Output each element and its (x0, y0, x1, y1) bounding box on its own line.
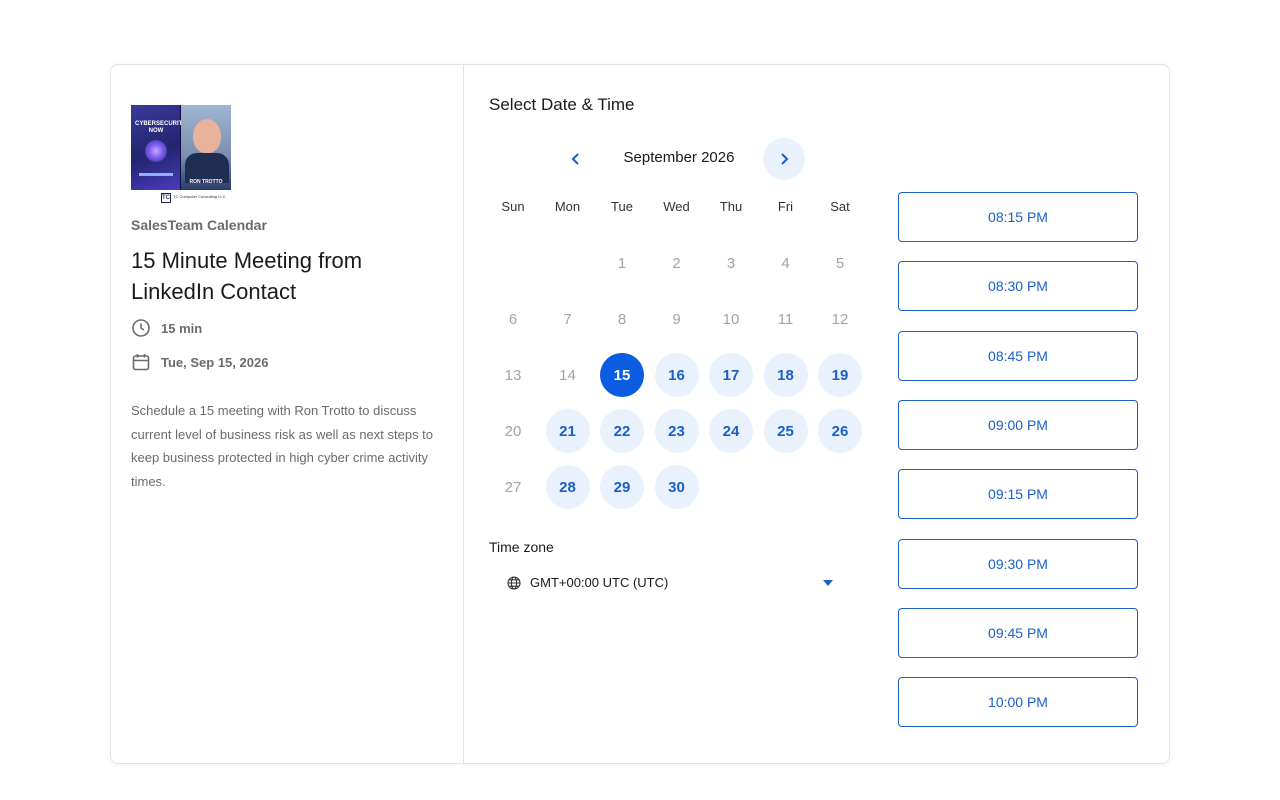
globe-icon (507, 576, 521, 590)
organizer-name: SalesTeam Calendar (131, 217, 267, 233)
calendar-day[interactable]: 30 (654, 465, 699, 509)
calendar-day: 14 (559, 366, 576, 384)
weekday-header: Sat (830, 199, 850, 214)
time-slot-button[interactable]: 09:45 PM (898, 607, 1138, 658)
time-slot-button[interactable]: 10:00 PM (898, 677, 1138, 728)
calendar-day: 11 (777, 310, 794, 328)
photo-face (193, 119, 221, 153)
weekday-header: Sun (501, 199, 525, 214)
next-month-button[interactable] (763, 138, 805, 180)
logo-person-name: RON TROTTO (189, 179, 223, 185)
calendar-day: 6 (508, 310, 518, 328)
chevron-right-icon (781, 153, 789, 165)
calendar-day[interactable]: 17 (709, 353, 753, 397)
calendar-day[interactable]: 24 (709, 409, 753, 453)
event-title: 15 Minute Meeting from LinkedIn Contact (131, 248, 363, 304)
picker-heading: Select Date & Time (489, 95, 635, 114)
date-text: Tue, Sep 15, 2026 (161, 354, 269, 370)
weekday-header: Mon (554, 199, 581, 214)
calendar-day: 10 (722, 310, 740, 328)
weekday-header: Tue (611, 199, 633, 214)
calendar-day[interactable]: 23 (654, 409, 699, 453)
calendar-day: 7 (563, 310, 572, 328)
calendar-day[interactable]: 21 (545, 409, 590, 453)
calendar-day[interactable]: 18 (763, 353, 808, 397)
calendar-day[interactable]: 16 (654, 353, 699, 397)
calendar-day[interactable]: 29 (600, 465, 644, 509)
time-slot-button[interactable]: 09:00 PM (898, 399, 1138, 450)
event-details-panel: CYBERSECURITY NOW RON TROTTO TC TC Compu… (111, 65, 464, 763)
timezone-value: GMT+00:00 UTC (UTC) (530, 575, 669, 590)
time-slot-button[interactable]: 09:30 PM (898, 538, 1138, 589)
organizer-photo: RON TROTTO (181, 105, 231, 190)
calendar-day[interactable]: 19 (818, 353, 862, 397)
calendar-day: 4 (781, 254, 790, 272)
clock-icon (132, 319, 150, 337)
logo-company: TC TC Computer Consulting LLC (161, 191, 231, 205)
book-cover-image: CYBERSECURITY NOW (131, 105, 187, 190)
calendar-day: 8 (617, 310, 627, 328)
calendar-icon (132, 354, 150, 371)
calendar-day[interactable]: 25 (763, 409, 808, 453)
time-slot-button[interactable]: 09:15 PM (898, 469, 1138, 520)
timezone-select[interactable]: GMT+00:00 UTC (UTC) (489, 567, 849, 599)
calendar-day: 27 (504, 478, 522, 496)
time-slot-button[interactable]: 08:45 PM (898, 330, 1138, 381)
company-name: TC Computer Consulting LLC (173, 194, 226, 199)
duration-text: 15 min (161, 320, 203, 336)
book-cover-line (139, 173, 173, 176)
time-slot-button[interactable]: 08:15 PM (898, 192, 1138, 242)
caret-down-icon (823, 580, 833, 586)
timezone-label: Time zone (489, 539, 554, 555)
book-cover-orb (145, 140, 167, 162)
calendar-day: 13 (504, 366, 522, 384)
calendar-day: 12 (831, 310, 849, 328)
weekday-header: Wed (663, 199, 690, 214)
event-duration: 15 min (131, 318, 202, 338)
organizer-logo: CYBERSECURITY NOW RON TROTTO TC TC Compu… (131, 105, 231, 205)
company-mark: TC (161, 193, 171, 203)
calendar-day[interactable]: 22 (600, 409, 644, 453)
booking-card: CYBERSECURITY NOW RON TROTTO TC TC Compu… (110, 64, 1170, 764)
book-title: CYBERSECURITY NOW (135, 121, 187, 134)
event-date: Tue, Sep 15, 2026 (131, 352, 268, 372)
calendar-day[interactable]: 26 (818, 409, 862, 453)
calendar-day-selected[interactable]: 15 (600, 353, 644, 397)
weekday-header: Fri (777, 199, 794, 214)
time-slot-button[interactable]: 08:30 PM (898, 261, 1138, 312)
event-description: Schedule a 15 meeting with Ron Trotto to… (131, 403, 434, 489)
calendar-day: 2 (672, 254, 681, 272)
calendar-day: 20 (504, 422, 522, 440)
month-navigation: September 2026 (551, 138, 807, 180)
calendar-day: 3 (726, 254, 736, 272)
calendar-day: 1 (617, 254, 627, 272)
calendar-day[interactable]: 28 (545, 465, 590, 509)
calendar-day: 9 (672, 310, 681, 328)
weekday-header: Thu (719, 199, 743, 214)
calendar-day: 5 (835, 254, 845, 272)
